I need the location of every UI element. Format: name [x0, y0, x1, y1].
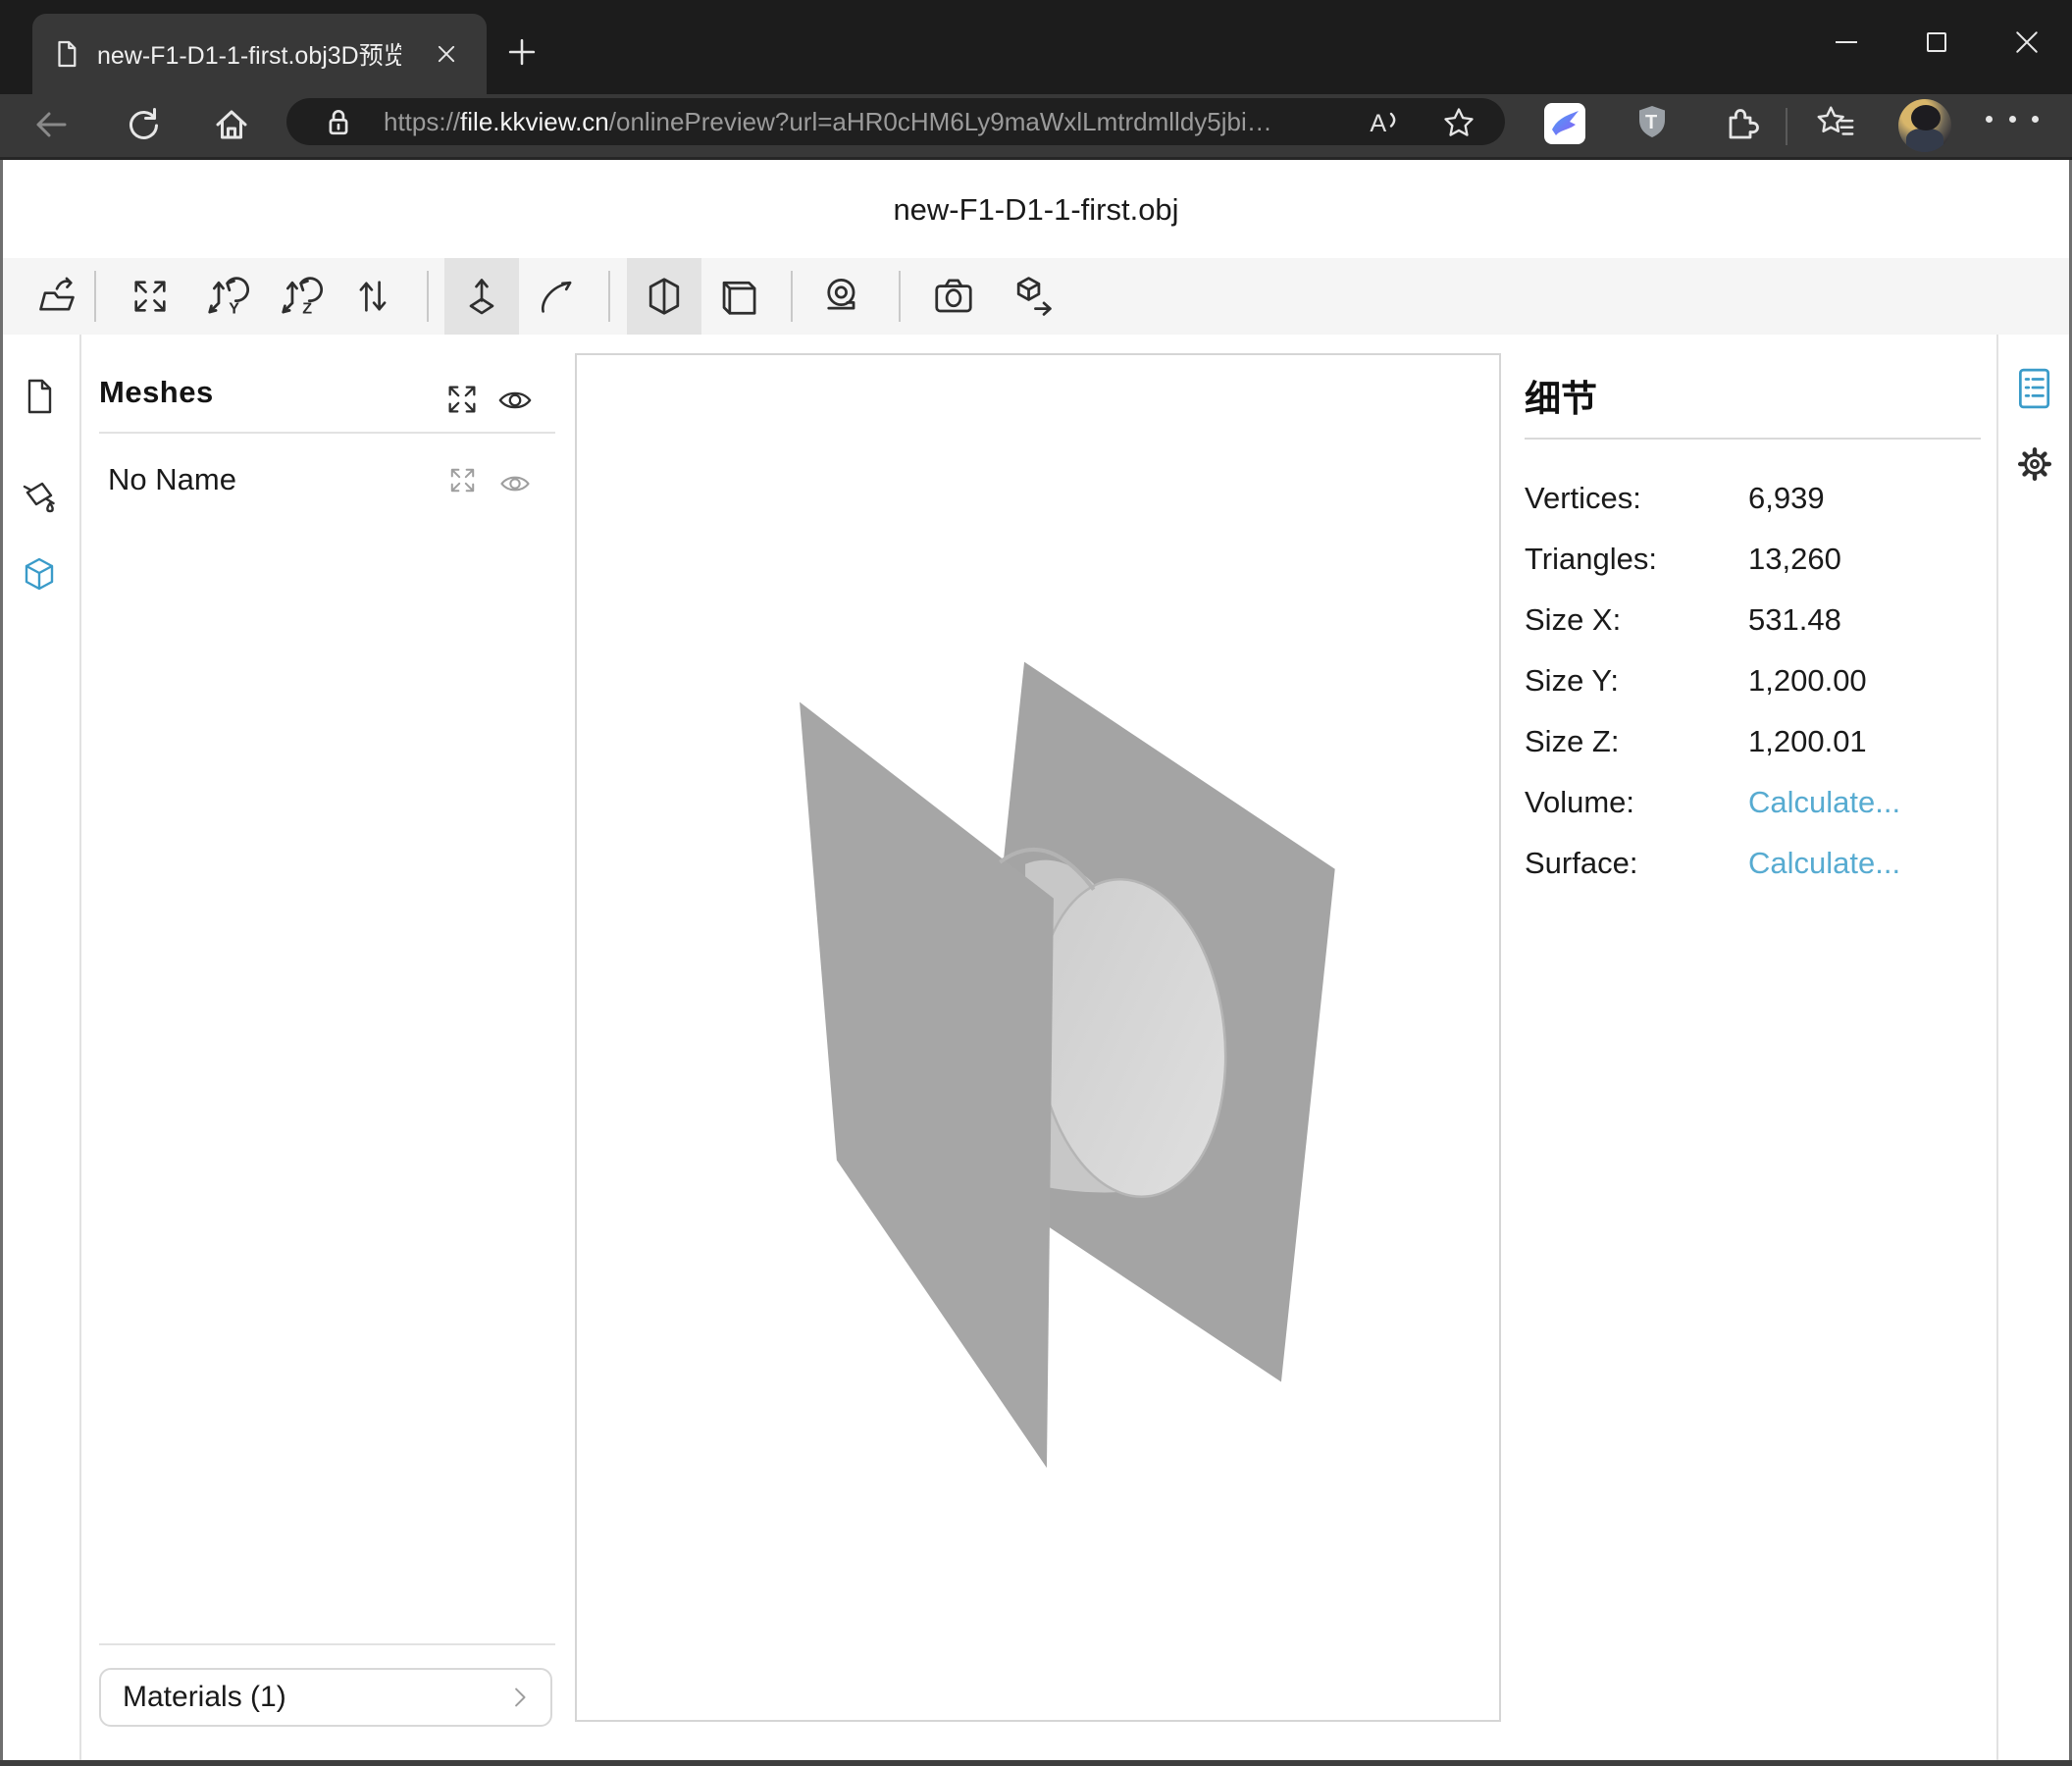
materials-divider: [99, 1643, 555, 1645]
rotate-y-button[interactable]: Y: [189, 258, 264, 335]
browser-titlebar: new-F1-D1-1-first.obj3D预览: [0, 0, 2072, 94]
materials-label: Materials (1): [123, 1681, 507, 1714]
measure-icon: [823, 274, 868, 319]
navbar-separator: [1786, 108, 1787, 145]
open-file-button[interactable]: [20, 258, 94, 335]
detail-row-size-z: Size Z: 1,200.01: [1525, 711, 1986, 772]
window-controls: [1801, 0, 2072, 94]
solid-view-icon: [642, 274, 687, 319]
browser-window: new-F1-D1-1-first.obj3D预览: [0, 0, 2072, 1766]
detail-row-vertices: Vertices: 6,939: [1525, 468, 1986, 529]
meshes-fit-icon[interactable]: [443, 381, 481, 418]
flip-vertical-button[interactable]: [336, 258, 410, 335]
move-axis-button[interactable]: [444, 258, 519, 335]
mesh-item-name[interactable]: No Name: [108, 462, 236, 497]
mesh-item-fit-icon[interactable]: [446, 464, 479, 496]
favorites-hub-icon[interactable]: [1815, 102, 1856, 143]
volume-calculate-link[interactable]: Calculate...: [1748, 785, 1900, 820]
shield-extension-icon[interactable]: T: [1632, 102, 1672, 141]
rotate-z-button[interactable]: Z: [263, 258, 337, 335]
flip-vertical-icon: [351, 275, 394, 318]
preview-page: new-F1-D1-1-first.obj Y: [0, 160, 2072, 1760]
box-view-button[interactable]: [701, 258, 776, 335]
meshes-visibility-eye-icon[interactable]: [494, 382, 536, 419]
model-3d-render: [577, 355, 1499, 1720]
url-domain: file.kkview.cn: [460, 107, 609, 136]
detail-row-size-y: Size Y: 1,200.00: [1525, 650, 1986, 711]
address-bar[interactable]: https://file.kkview.cn/onlinePreview?url…: [286, 98, 1505, 145]
profile-avatar[interactable]: [1898, 99, 1951, 152]
model-viewport[interactable]: [575, 353, 1501, 1722]
url-text: https://file.kkview.cn/onlinePreview?url…: [384, 98, 1272, 145]
meshes-heading: Meshes: [99, 375, 214, 410]
box-view-icon: [716, 274, 761, 319]
mesh-item-eye-icon[interactable]: [496, 467, 534, 500]
extensions-puzzle-icon[interactable]: [1721, 102, 1760, 141]
details-divider: [1525, 438, 1981, 440]
details-rows: Vertices: 6,939 Triangles: 13,260 Size X…: [1525, 468, 1986, 894]
materials-button[interactable]: Materials (1): [99, 1668, 552, 1727]
file-panel-icon[interactable]: [20, 377, 59, 416]
camera-icon: [931, 274, 976, 319]
minimize-button[interactable]: [1801, 0, 1891, 84]
material-panel-icon[interactable]: [20, 477, 59, 516]
svg-text:A: A: [1370, 110, 1386, 137]
svg-text:T: T: [1645, 112, 1657, 133]
refresh-icon[interactable]: [124, 105, 163, 144]
tab-title: new-F1-D1-1-first.obj3D预览: [97, 36, 401, 72]
maximize-button[interactable]: [1891, 0, 1982, 84]
lock-icon: [321, 105, 356, 140]
solid-view-button[interactable]: [627, 258, 701, 335]
settings-more-icon[interactable]: [1986, 116, 2039, 123]
fit-view-icon: [129, 275, 172, 318]
browser-tab[interactable]: new-F1-D1-1-first.obj3D预览: [32, 14, 487, 94]
back-icon[interactable]: [31, 105, 71, 144]
tab-close-icon[interactable]: [430, 37, 463, 71]
fit-view-button[interactable]: [113, 258, 187, 335]
close-button[interactable]: [1982, 0, 2072, 84]
svg-text:Z: Z: [302, 299, 312, 317]
browser-navbar: https://file.kkview.cn/onlinePreview?url…: [0, 94, 2072, 160]
mesh-panel-icon[interactable]: [20, 554, 59, 594]
export-button[interactable]: [995, 258, 1069, 335]
meshes-divider: [99, 432, 555, 434]
tab-favicon-document-icon: [52, 39, 81, 69]
left-strip-divider: [79, 335, 81, 1760]
open-file-icon: [35, 275, 78, 318]
right-strip-divider: [1996, 335, 1998, 1760]
url-prefix: https://: [384, 107, 460, 136]
chevron-right-icon: [507, 1683, 533, 1712]
details-list-icon[interactable]: [2013, 365, 2054, 412]
translate-extension-icon[interactable]: [1543, 102, 1586, 145]
favorite-star-icon[interactable]: [1441, 105, 1476, 140]
rotate-z-icon: Z: [278, 274, 323, 319]
read-aloud-icon[interactable]: A: [1365, 105, 1400, 140]
measure-button[interactable]: [808, 258, 883, 335]
rotate-y-icon: Y: [204, 274, 249, 319]
export-icon: [1010, 274, 1055, 319]
home-icon[interactable]: [212, 105, 251, 144]
viewer-toolbar: Y Z: [3, 258, 2069, 335]
detail-row-triangles: Triangles: 13,260: [1525, 529, 1986, 590]
details-heading: 细节: [1525, 369, 1597, 422]
new-tab-button[interactable]: [502, 32, 542, 72]
settings-gear-icon[interactable]: [2013, 442, 2056, 486]
move-axis-icon: [460, 275, 503, 318]
orbit-icon: [537, 275, 580, 318]
url-path: /onlinePreview?url=aHR0cHM6Ly9maWxlLmtrd…: [609, 107, 1272, 136]
svg-text:Y: Y: [229, 299, 239, 317]
surface-calculate-link[interactable]: Calculate...: [1748, 846, 1900, 881]
detail-row-size-x: Size X: 531.48: [1525, 590, 1986, 650]
detail-row-surface: Surface: Calculate...: [1525, 833, 1986, 894]
screenshot-button[interactable]: [916, 258, 991, 335]
detail-row-volume: Volume: Calculate...: [1525, 772, 1986, 833]
page-title: new-F1-D1-1-first.obj: [3, 192, 2069, 228]
orbit-button[interactable]: [521, 258, 596, 335]
window-bottom-edge: [0, 1760, 2072, 1766]
